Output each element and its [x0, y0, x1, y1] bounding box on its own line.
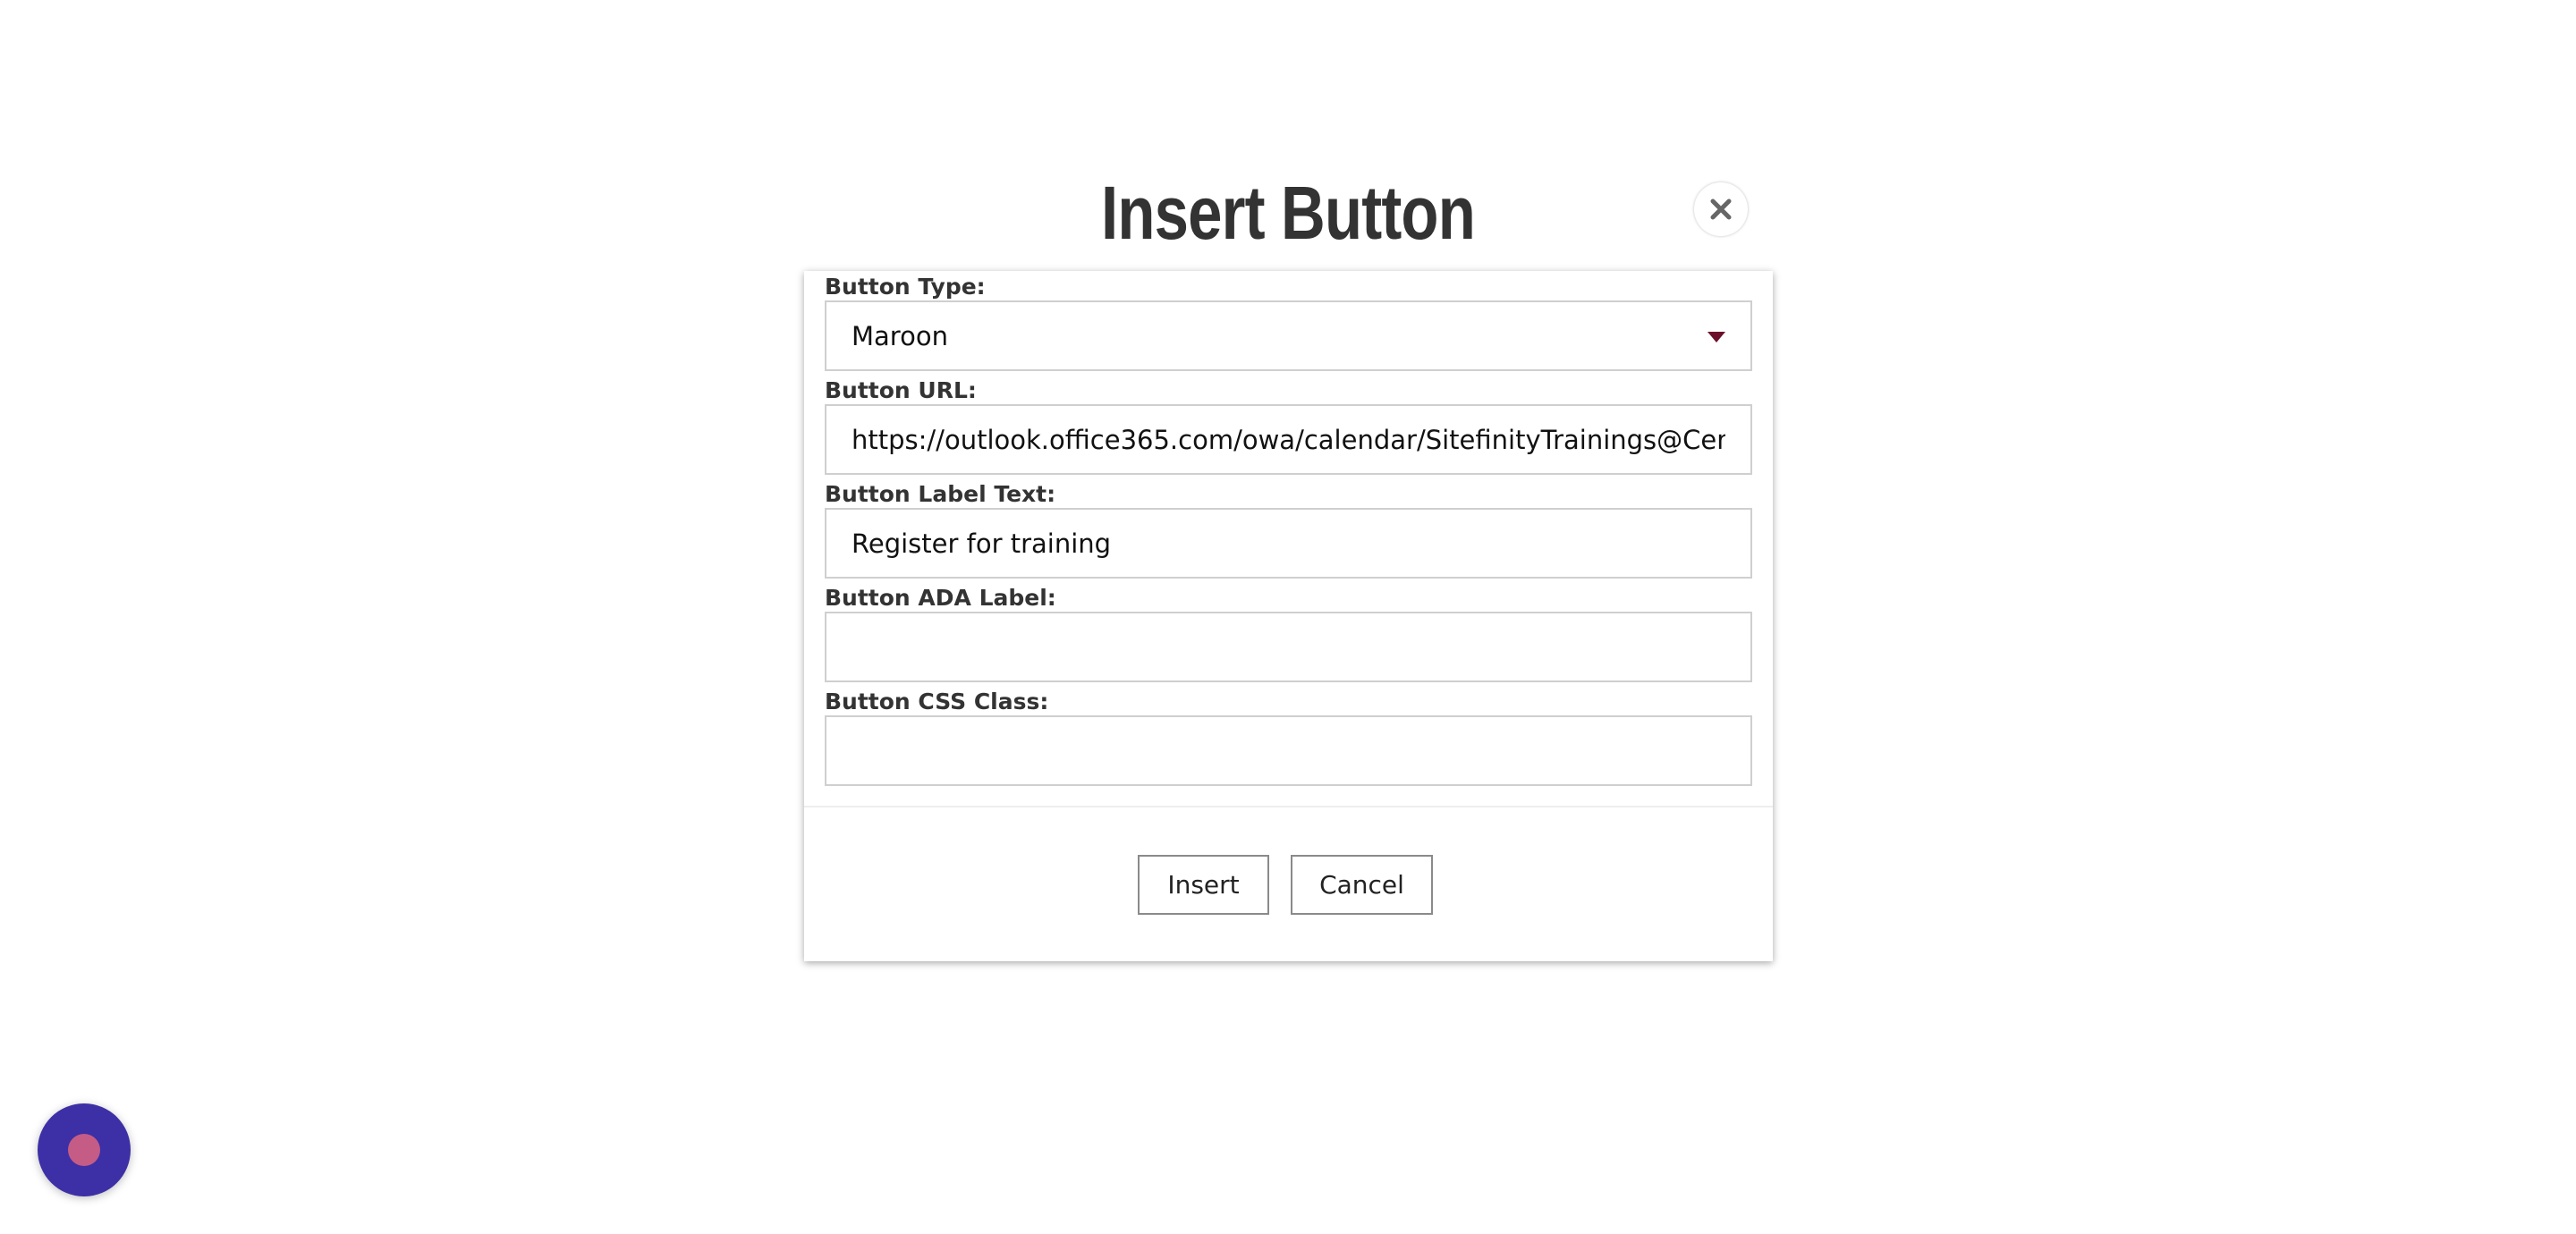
button-css-class-input[interactable]: [825, 715, 1752, 786]
button-ada-label-label: Button ADA Label:: [825, 585, 1056, 611]
insert-button[interactable]: Insert: [1138, 855, 1269, 915]
button-type-label: Button Type:: [825, 274, 986, 300]
button-label-text-label: Button Label Text:: [825, 481, 1056, 507]
button-css-class-label: Button CSS Class:: [825, 689, 1049, 714]
chat-widget-button[interactable]: [38, 1103, 131, 1196]
insert-button-dialog: Button Type: Maroon Button URL: https://…: [804, 271, 1773, 961]
button-url-value: https://outlook.office365.com/owa/calend…: [852, 424, 1725, 455]
button-type-value: Maroon: [852, 320, 948, 351]
dialog-divider: [804, 806, 1773, 807]
button-url-input[interactable]: https://outlook.office365.com/owa/calend…: [825, 404, 1752, 475]
button-label-text-input[interactable]: Register for training: [825, 508, 1752, 579]
button-url-label: Button URL:: [825, 377, 977, 403]
button-label-text-value: Register for training: [852, 528, 1112, 559]
chat-bubble-icon: [68, 1134, 100, 1166]
close-button[interactable]: [1694, 182, 1748, 236]
close-icon: [1710, 199, 1732, 220]
button-type-select[interactable]: Maroon: [825, 300, 1752, 371]
cancel-button[interactable]: Cancel: [1291, 855, 1433, 915]
dialog-title: Insert Button: [1101, 171, 1476, 255]
chevron-down-icon: [1707, 332, 1725, 342]
button-ada-label-input[interactable]: [825, 612, 1752, 682]
